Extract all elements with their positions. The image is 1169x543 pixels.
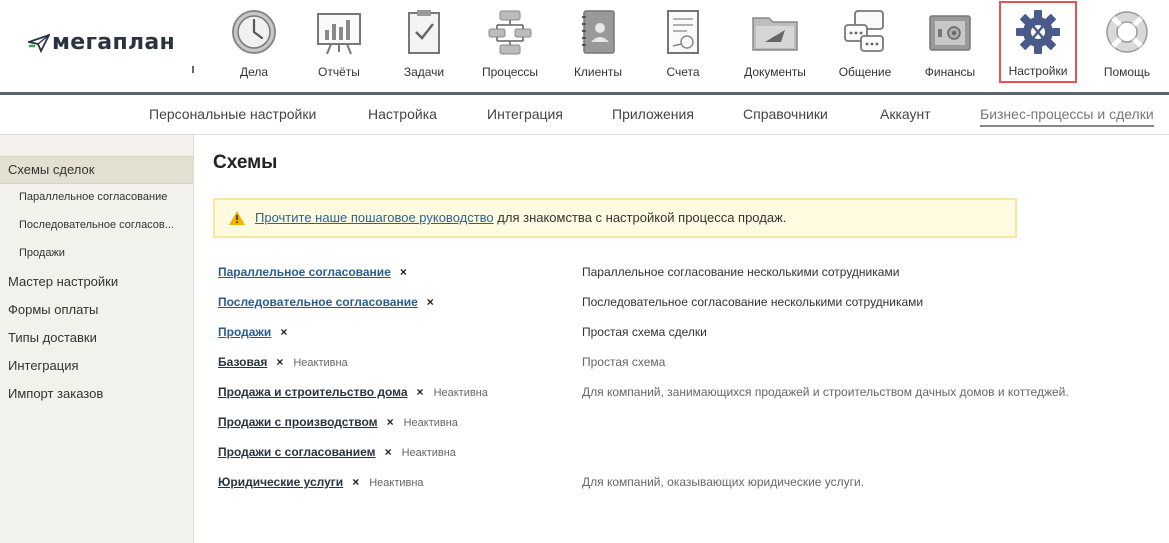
sidebar-item-payment-forms[interactable]: Формы оплаты — [0, 302, 193, 320]
scheme-link[interactable]: Продажи — [218, 325, 271, 339]
sidebar-item-setup-wizard[interactable]: Мастер настройки — [0, 274, 193, 292]
subnav-directories[interactable]: Справочники — [743, 106, 828, 122]
nav-label: Настройки — [1008, 64, 1068, 78]
scheme-row: Юридические услуги × Неактивна — [218, 475, 424, 495]
nav-item-reports[interactable]: Отчёты — [310, 4, 368, 86]
folder-icon — [752, 17, 798, 51]
delete-icon[interactable]: × — [417, 385, 424, 399]
delete-icon[interactable]: × — [400, 265, 407, 279]
top-navigation-bar: мегаплан Дела Отчёты Задачи Процессы Кли… — [0, 0, 1169, 92]
scheme-row: Параллельное согласование × — [218, 265, 407, 285]
scheme-row: Последовательное согласование × — [218, 295, 434, 315]
delete-icon[interactable]: × — [280, 325, 287, 339]
delete-icon[interactable]: × — [427, 295, 434, 309]
report-board-icon — [317, 13, 361, 55]
inactive-label: Неактивна — [293, 357, 348, 369]
nav-label: Финансы — [924, 65, 976, 79]
brand-logo[interactable]: мегаплан — [28, 30, 175, 55]
scheme-description: Простая схема — [582, 355, 666, 369]
scheme-row: Продажи с согласованием × Неактивна — [218, 445, 456, 465]
warning-icon — [229, 211, 245, 225]
sidebar-item-sales[interactable]: Продажи — [0, 247, 193, 263]
guide-notice: Прочтите наше пошаговое руководство для … — [213, 198, 1017, 238]
nav-item-clients[interactable]: Клиенты — [570, 4, 626, 86]
nav-item-finance[interactable]: Финансы — [920, 4, 980, 86]
nav-label: Общение — [838, 65, 892, 79]
nav-item-processes[interactable]: Процессы — [478, 4, 542, 86]
nav-item-settings[interactable]: Настройки — [999, 1, 1077, 83]
sidebar-item-delivery-types[interactable]: Типы доставки — [0, 330, 193, 348]
nav-label: Клиенты — [573, 65, 623, 79]
scheme-link[interactable]: Параллельное согласование — [218, 265, 391, 279]
settings-subnav: Персональные настройки Настройка Интегра… — [0, 95, 1169, 135]
separator-tick — [192, 66, 194, 73]
scheme-link[interactable]: Продажи с производством — [218, 415, 378, 429]
scheme-link[interactable]: Продажи с согласованием — [218, 445, 376, 459]
clock-icon — [232, 10, 276, 54]
scheme-description: Параллельное согласование несколькими со… — [582, 265, 900, 279]
subnav-business-processes[interactable]: Бизнес-процессы и сделки — [980, 106, 1154, 127]
inactive-label: Неактивна — [433, 387, 488, 399]
scheme-link[interactable]: Базовая — [218, 355, 267, 369]
scheme-description: Простая схема сделки — [582, 325, 707, 339]
delete-icon[interactable]: × — [276, 355, 283, 369]
scheme-link[interactable]: Продажа и строительство дома — [218, 385, 408, 399]
subnav-account[interactable]: Аккаунт — [880, 106, 931, 122]
sidebar-item-sequential[interactable]: Последовательное согласов... — [0, 219, 193, 235]
guide-text: для знакомства с настройкой процесса про… — [493, 210, 787, 225]
scheme-row: Базовая × Неактивна — [218, 355, 348, 375]
scheme-description: Последовательное согласование нескольким… — [582, 295, 924, 309]
logo-text: мегаплан — [52, 30, 176, 55]
subnav-personal-settings[interactable]: Персональные настройки — [149, 106, 316, 122]
nav-item-tasks-cases[interactable]: Дела — [226, 4, 282, 86]
scheme-row: Продажи с производством × Неактивна — [218, 415, 458, 435]
nav-label: Процессы — [481, 65, 538, 79]
clipboard-check-icon — [408, 10, 440, 54]
delete-icon[interactable]: × — [352, 475, 359, 489]
scheme-description: Для компаний, оказывающих юридические ус… — [582, 475, 865, 489]
scheme-link[interactable]: Юридические услуги — [218, 475, 343, 489]
contacts-book-icon — [582, 10, 615, 54]
scheme-description: Для компаний, занимающихся продажей и ст… — [582, 385, 1069, 399]
nav-label: Документы — [744, 65, 806, 79]
sidebar-item-integration[interactable]: Интеграция — [0, 358, 193, 376]
nav-item-tasks[interactable]: Задачи — [398, 4, 450, 86]
nav-label: Дела — [239, 65, 269, 79]
subnav-setup[interactable]: Настройка — [368, 106, 437, 122]
guide-link[interactable]: Прочтите наше пошаговое руководство — [255, 210, 494, 225]
inactive-label: Неактивна — [369, 477, 424, 489]
scheme-row: Продажи × — [218, 325, 287, 345]
nav-label: Счета — [666, 65, 700, 79]
nav-label: Отчёты — [318, 65, 360, 79]
lifebuoy-icon — [1106, 11, 1148, 53]
nav-label: Помощь — [1103, 65, 1151, 79]
sidebar-item-order-import[interactable]: Импорт заказов — [0, 386, 193, 404]
subnav-apps[interactable]: Приложения — [612, 106, 694, 122]
page-title: Схемы — [213, 152, 278, 173]
invoice-icon — [667, 10, 699, 54]
nav-label: Задачи — [403, 65, 445, 79]
sidebar-item-parallel[interactable]: Параллельное согласование — [0, 191, 193, 207]
chat-bubbles-icon — [844, 10, 884, 52]
sidebar-item-deal-schemes[interactable]: Схемы сделок — [0, 156, 193, 184]
process-flow-icon — [488, 10, 532, 55]
delete-icon[interactable]: × — [385, 445, 392, 459]
nav-item-communication[interactable]: Общение — [834, 4, 896, 86]
nav-item-help[interactable]: Помощь — [1100, 4, 1154, 86]
safe-icon — [929, 15, 971, 51]
nav-item-documents[interactable]: Документы — [736, 4, 814, 86]
scheme-row: Продажа и строительство дома × Неактивна — [218, 385, 488, 405]
gear-icon — [1016, 10, 1060, 54]
inactive-label: Неактивна — [403, 417, 458, 429]
nav-item-invoices[interactable]: Счета — [658, 4, 708, 86]
scheme-link[interactable]: Последовательное согласование — [218, 295, 418, 309]
sidebar: Схемы сделок Параллельное согласование П… — [0, 135, 194, 543]
paper-plane-logo-icon — [28, 33, 50, 53]
subnav-integration[interactable]: Интеграция — [487, 106, 563, 122]
inactive-label: Неактивна — [401, 447, 456, 459]
delete-icon[interactable]: × — [387, 415, 394, 429]
